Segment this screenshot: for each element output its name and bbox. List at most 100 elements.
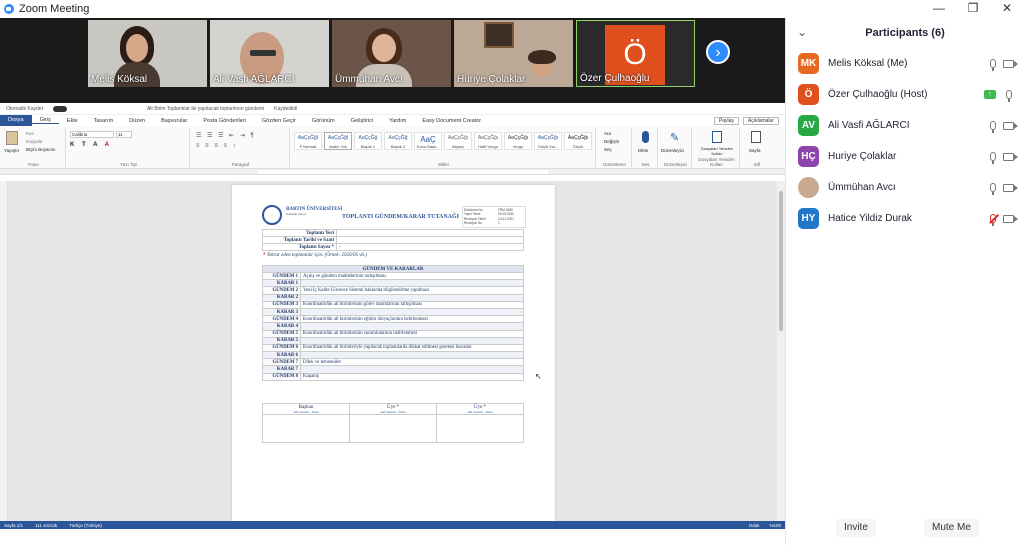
- copy-button[interactable]: Kopyala: [26, 139, 42, 144]
- video-camera-icon[interactable]: [1003, 183, 1018, 192]
- replace-button[interactable]: Değiştir: [604, 139, 619, 144]
- page-icon[interactable]: [751, 131, 761, 143]
- style-name: Hafif Vurgu: [478, 144, 498, 149]
- style-heading-1[interactable]: AaÇçĞğ Başlık 1: [354, 132, 382, 150]
- microphone-icon[interactable]: [990, 152, 996, 164]
- tab-view[interactable]: Görünüm: [304, 118, 343, 124]
- tab-insert[interactable]: Ekle: [59, 118, 86, 124]
- video-camera-icon[interactable]: [1003, 59, 1018, 68]
- font-name-select[interactable]: Calibria: [70, 131, 114, 138]
- paste-button[interactable]: Yapıştır: [4, 148, 19, 153]
- style-strong[interactable]: AaÇçĞğı Güçlü: [564, 132, 592, 150]
- tab-home[interactable]: Giriş: [31, 117, 59, 124]
- comments-button[interactable]: Açıklamalar: [742, 116, 779, 125]
- close-button[interactable]: ✕: [990, 0, 1024, 18]
- list-buttons[interactable]: ☰ ☰ ☰ ⇤ ⇥ ¶: [196, 132, 256, 139]
- autosave-toggle[interactable]: [52, 105, 67, 112]
- style-no-spacing[interactable]: AaÇçĞğI Aralık Yok: [324, 132, 352, 150]
- ribbon-group-editor: ✎ Düzenleyici Düzenleyici: [660, 128, 692, 167]
- video-camera-icon[interactable]: [1003, 121, 1018, 130]
- agenda-item-key: KARAR 2: [262, 293, 301, 302]
- cut-button[interactable]: Kes: [26, 131, 34, 136]
- zoom-level[interactable]: %100: [769, 523, 781, 528]
- tab-design[interactable]: Tasarım: [86, 118, 122, 124]
- minimize-button[interactable]: —: [922, 0, 956, 18]
- restore-button[interactable]: ❐: [956, 0, 990, 18]
- gallery-next-button[interactable]: ›: [706, 40, 730, 64]
- tab-developer[interactable]: Geliştirici: [343, 118, 381, 124]
- focus-button[interactable]: Odak: [749, 523, 760, 528]
- tab-easy-doc[interactable]: Easy Document Creator: [414, 118, 489, 124]
- editor-pen-icon[interactable]: ✎: [670, 131, 679, 144]
- align-buttons[interactable]: ≡ ≡ ≡ ≡ ↕: [196, 143, 238, 149]
- invite-button[interactable]: Invite: [836, 519, 876, 537]
- microphone-icon[interactable]: [1006, 90, 1012, 102]
- university-slogan: Kalitenin Adresi: [286, 212, 306, 216]
- tab-file[interactable]: Dosya: [0, 115, 32, 126]
- microphone-muted-icon[interactable]: [990, 214, 996, 226]
- video-tile-ali[interactable]: Ali Vasfi AĞLARCI: [210, 20, 329, 87]
- reuse-files-icon[interactable]: [712, 131, 722, 143]
- table-row: Başkan Adı Soyadı - İmza Üye * Adı Soyadı …: [262, 403, 524, 415]
- tab-review[interactable]: Gözden Geçir: [254, 118, 304, 124]
- tab-help[interactable]: Yardım: [381, 118, 414, 124]
- language[interactable]: Türkçe (Türkiye): [69, 523, 102, 528]
- horizontal-ruler[interactable]: [0, 169, 785, 175]
- participant-row[interactable]: AV Ali Vasfi AĞLARCI: [786, 110, 1024, 141]
- style-emphasis[interactable]: AaÇçĞğı Vurgu: [504, 132, 532, 150]
- participant-row[interactable]: HÇ Huriye Çolaklar: [786, 141, 1024, 172]
- find-button[interactable]: Ara: [604, 131, 611, 136]
- format-painter-button[interactable]: Biçim Boyacısı: [26, 147, 56, 152]
- font-size-select[interactable]: 11: [116, 131, 132, 138]
- group-label: Ses: [641, 162, 650, 167]
- select-button[interactable]: Seç: [604, 147, 612, 152]
- document-page[interactable]: BARTIN ÜNİVERSİTESİ Kalitenin Adresi TOPL…: [232, 185, 555, 521]
- style-normal[interactable]: AaÇçĞğI ¶ Normal: [294, 132, 322, 150]
- dictate-button[interactable]: Dikte: [638, 148, 648, 153]
- paste-icon[interactable]: [6, 131, 18, 145]
- microphone-icon[interactable]: [990, 183, 996, 195]
- tab-layout[interactable]: Düzen: [121, 118, 153, 124]
- video-tile-huriye[interactable]: Huriye Çolaklar: [454, 20, 573, 87]
- meeting-info-table: Toplantı Yeri Toplantı Tarihi ve Saati T…: [262, 229, 524, 251]
- table-row: GÜNDEM 5 Koordinatörlük alt birimlerinin …: [262, 329, 524, 338]
- group-label: Dosyaları Yeniden Kullan: [698, 157, 735, 167]
- style-intense-emphasis[interactable]: AaÇçĞğı Güçlü Vur...: [534, 132, 562, 150]
- editor-button[interactable]: Düzenleyici: [661, 148, 684, 153]
- document-filename: Alt Birim Toplantılar ile yapılacak topl…: [146, 105, 265, 112]
- university-logo-icon: [262, 205, 282, 225]
- style-title[interactable]: AaÇ Konu Başlı...: [414, 132, 442, 150]
- participant-row[interactable]: MK Melis Köksal (Me): [786, 48, 1024, 79]
- tab-references[interactable]: Başvurular: [153, 118, 195, 124]
- agenda-item-text: Yeni İç Kalite Güvence Sistemi hakkında …: [300, 286, 524, 295]
- tab-mailings[interactable]: Posta Gönderileri: [195, 118, 254, 124]
- style-subtitle[interactable]: AaÇçĞğı Altyazı: [444, 132, 472, 150]
- microphone-icon[interactable]: [990, 59, 996, 71]
- zoom-titlebar: Zoom Meeting — ❐ ✕: [0, 0, 1024, 18]
- video-tile-ozer[interactable]: Ö Özer Çulhaoğlu: [576, 20, 695, 87]
- mute-me-button[interactable]: Mute Me: [924, 519, 979, 537]
- video-camera-icon[interactable]: [1003, 214, 1018, 223]
- video-tile-ummuhan[interactable]: Ümmühan Avcı: [332, 20, 451, 87]
- vertical-scrollbar[interactable]: [777, 181, 785, 521]
- participant-row[interactable]: Ö Özer Çulhaoğlu (Host) ↑: [786, 79, 1024, 110]
- share-button[interactable]: Paylaş: [713, 116, 739, 125]
- vertical-ruler[interactable]: [0, 181, 8, 521]
- video-camera-icon[interactable]: [1003, 152, 1018, 161]
- reuse-files-button[interactable]: Dosyaları Yeniden Kullan: [696, 146, 738, 156]
- style-subtle-emphasis[interactable]: AaÇçĞğı Hafif Vurgu: [474, 132, 502, 150]
- style-sample: AaÇçĞğı: [507, 135, 529, 141]
- video-tile-melis[interactable]: Melis Köksal: [88, 20, 207, 87]
- style-sample: AaÇçĞğı: [537, 135, 559, 141]
- page-button[interactable]: Sayfa: [749, 148, 761, 153]
- participant-row[interactable]: HY Hatice Yildiz Durak: [786, 203, 1024, 234]
- word-statusbar: Sayfa 1/1 111 sözcük Türkçe (Türkiye) Od…: [0, 521, 785, 529]
- table-row: GÜNDEM 4 Koordinatörlük alt birimlerinin …: [262, 315, 524, 324]
- style-heading-2[interactable]: AaÇçĞğ Başlık 2: [384, 132, 412, 150]
- microphone-icon[interactable]: [642, 131, 649, 143]
- microphone-icon[interactable]: [990, 121, 996, 133]
- font-format-buttons[interactable]: K T A A: [70, 142, 112, 148]
- table-row: GÜNDEM 3 Koordinatörlük alt birimlerinin …: [262, 300, 524, 309]
- agenda-item-text: [300, 293, 524, 302]
- participant-row[interactable]: Ümmühan Avcı: [786, 172, 1024, 203]
